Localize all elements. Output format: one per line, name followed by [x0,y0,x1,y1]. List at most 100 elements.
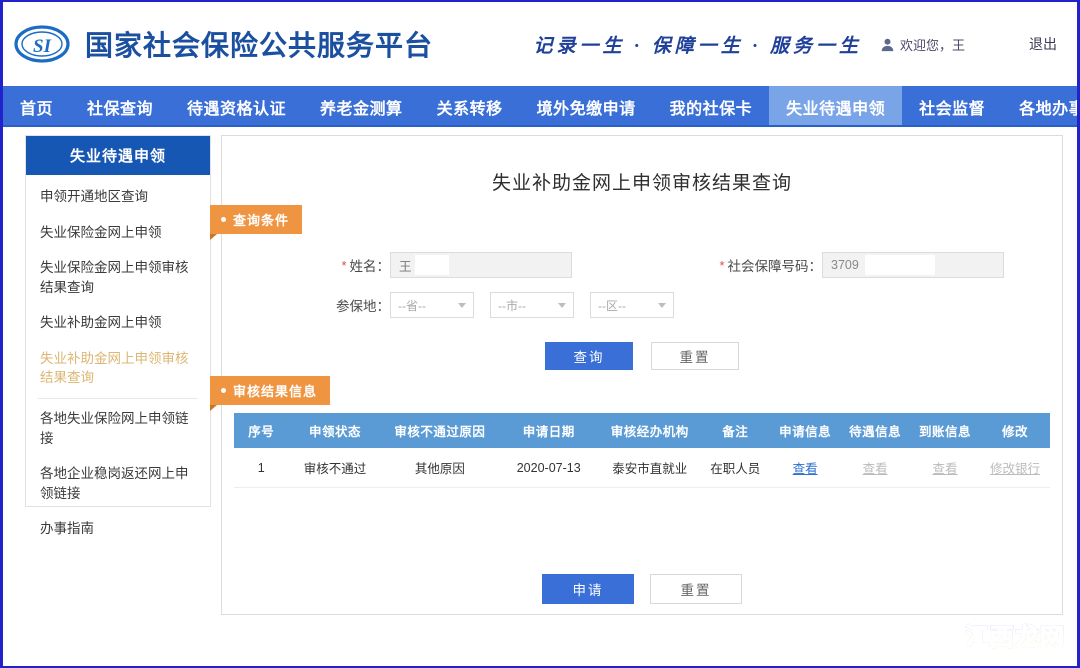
apply-info-link[interactable]: 查看 [793,462,818,476]
sidebar-item-3[interactable]: 失业补助金网上申领 [26,305,210,341]
chevron-down-icon [658,302,666,308]
cell-index: 1 [234,448,289,488]
sidebar-title: 失业待遇申领 [26,136,210,175]
city-select[interactable]: --市-- [490,292,574,318]
result-section-label: 审核结果信息 [233,384,318,399]
field-name: * 姓名： 王 [294,252,572,278]
table-header-cell: 修改 [979,413,1050,448]
district-select-value: --区-- [598,298,626,313]
query-form: * 姓名： 王 * 社会保障号码： 3709 参保地： --省-- --市-- … [234,234,1050,318]
cell-apply-date: 2020-07-13 [498,448,600,488]
nav-item-2[interactable]: 待遇资格认证 [170,86,303,127]
logout-link[interactable]: 退出 [1029,34,1057,54]
chevron-down-icon [458,302,466,308]
province-select-value: --省-- [398,298,426,313]
cell-modify: 修改银行 [979,448,1050,488]
cell-apply-info[interactable]: 查看 [770,448,841,488]
nav-item-7[interactable]: 失业待遇申领 [769,86,903,127]
query-section-label: 查询条件 [233,213,290,228]
form-row-2: 参保地： --省-- --市-- --区-- [234,292,1050,318]
sidebar-menu: 申领开通地区查询 失业保险金网上申领 失业保险金网上申领审核结果查询 失业补助金网上申… [26,175,210,555]
reset-button[interactable]: 重置 [651,342,739,370]
nav-item-1[interactable]: 社保查询 [70,86,170,127]
cell-arrival-info: 查看 [910,448,980,488]
query-button[interactable]: 查询 [545,342,633,370]
table-row: 1 审核不通过 其他原因 2020-07-13 泰安市直就业 在职人员 查看 查看 查看 修改银行 [234,448,1050,488]
field-insured-place: 参保地： --省-- --市-- --区-- [294,292,690,318]
main-panel: 失业补助金网上申领审核结果查询 查询条件 * 姓名： 王 * 社会保障号码： 3… [210,135,1063,615]
query-section-tag: 查询条件 [210,205,303,240]
cell-remark: 在职人员 [700,448,771,488]
brand-block: SI 国家社会保险公共服务平台 [13,22,433,66]
sidebar-item-5[interactable]: 各地失业保险网上申领链接 [26,401,210,456]
name-label: * 姓名： [341,257,390,275]
sidebar-item-4[interactable]: 失业补助金网上申领审核结果查询 [26,341,210,396]
welcome-text: 欢迎您，王 [900,35,997,54]
sidebar-item-7[interactable]: 办事指南 [26,511,210,547]
site-header: SI 国家社会保险公共服务平台 记录一生 · 保障一生 · 服务一生 欢迎您，王… [3,2,1077,86]
cell-benefit-info: 查看 [840,448,911,488]
chevron-down-icon [558,302,566,308]
header-right: 记录一生 · 保障一生 · 服务一生 欢迎您，王 退出 [533,31,1063,58]
page-body: 失业待遇申领 申领开通地区查询 失业保险金网上申领 失业保险金网上申领审核结果查询失… [3,127,1077,666]
benefit-info-link: 查看 [862,462,888,476]
sidebar-item-2[interactable]: 失业保险金网上申领审核结果查询 [26,250,210,305]
slogan: 记录一生 · 保障一生 · 服务一生 [533,35,862,57]
city-select-value: --市-- [498,298,526,313]
query-buttons: 查询 重置 [234,332,1050,376]
main-nav: 首页 社保查询 待遇资格认证 养老金测算 关系转移 境外免缴申请 我的社保卡 失业待遇申领 社会… [3,86,1077,127]
result-table: 序号 申领状态 审核不通过原因 申请日期 审核经办机构 备注 申请信息 待遇信息 到账信息 修改 … [234,413,1050,488]
insured-place-label: 参保地： [336,299,390,314]
page-title: 失业补助金网上申领审核结果查询 [491,173,792,194]
redacted-sbn-field-block [865,255,935,275]
svg-text:SI: SI [33,36,52,57]
result-table-wrap: 序号 申领状态 审核不通过原因 申请日期 审核经办机构 备注 申请信息 待遇信息 到账信息 修改 … [234,405,1050,488]
sbn-label: * 社会保障号码： [719,257,822,275]
sidebar-item-1[interactable]: 失业保险金网上申领 [26,215,210,251]
sbn-input[interactable]: 3709 [822,252,1004,278]
name-input-value: 王 [399,259,412,274]
reset-bottom-button[interactable]: 重置 [650,574,742,604]
bullet-icon [221,388,226,393]
cell-agency: 泰安市直就业 [599,448,701,488]
province-select[interactable]: --省-- [390,292,474,318]
table-header-cell: 审核不通过原因 [381,413,499,448]
table-header-cell: 申领状态 [288,413,382,448]
table-body: 1 审核不通过 其他原因 2020-07-13 泰安市直就业 在职人员 查看 查看 查看 修改银行 [234,448,1050,488]
district-select[interactable]: --区-- [590,292,674,318]
form-row-1: * 姓名： 王 * 社会保障号码： 3709 [234,252,1050,278]
table-header-cell: 审核经办机构 [599,413,701,448]
watermark: 江西龙网 [964,617,1065,652]
nav-item-3[interactable]: 养老金测算 [303,86,420,127]
name-input[interactable]: 王 [390,252,572,278]
welcome-block: 欢迎您，王 [880,35,997,54]
sidebar-divider [38,397,198,399]
nav-item-4[interactable]: 关系转移 [420,86,520,127]
footer-buttons: 申请 重置 [222,574,1062,604]
table-header-row: 序号 申领状态 审核不通过原因 申请日期 审核经办机构 备注 申请信息 待遇信息 到账信息 修改 [234,413,1050,448]
required-marker-icon: * [341,257,347,273]
page-frame: SI 国家社会保险公共服务平台 记录一生 · 保障一生 · 服务一生 欢迎您，王… [0,0,1080,668]
modify-link: 修改银行 [989,462,1040,476]
redacted-name-field-block [415,255,449,275]
nav-item-5[interactable]: 境外免缴申请 [520,86,653,127]
sidebar-item-0[interactable]: 申领开通地区查询 [26,179,210,215]
nav-item-9[interactable]: 各地办事э [1002,86,1077,127]
table-header-cell: 到账信息 [910,413,980,448]
si-logo-icon: SI [14,25,70,63]
table-header-cell: 申请日期 [498,413,600,448]
apply-button[interactable]: 申请 [542,574,634,604]
table-header-cell: 申请信息 [770,413,841,448]
table-header-cell: 待遇信息 [840,413,911,448]
sidebar-item-6[interactable]: 各地企业稳岗返还网上申领链接 [26,456,210,511]
nav-item-6[interactable]: 我的社保卡 [653,86,770,127]
cell-reason: 其他原因 [381,448,499,488]
nav-item-8[interactable]: 社会监督 [902,86,1002,127]
nav-item-0[interactable]: 首页 [3,86,70,127]
table-header-cell: 备注 [700,413,771,448]
site-title: 国家社会保险公共服务平台 [85,30,434,61]
field-sbn: * 社会保障号码： 3709 [692,252,1004,278]
bullet-icon [221,217,226,222]
required-marker-icon: * [719,257,725,273]
arrival-info-link: 查看 [932,462,958,476]
